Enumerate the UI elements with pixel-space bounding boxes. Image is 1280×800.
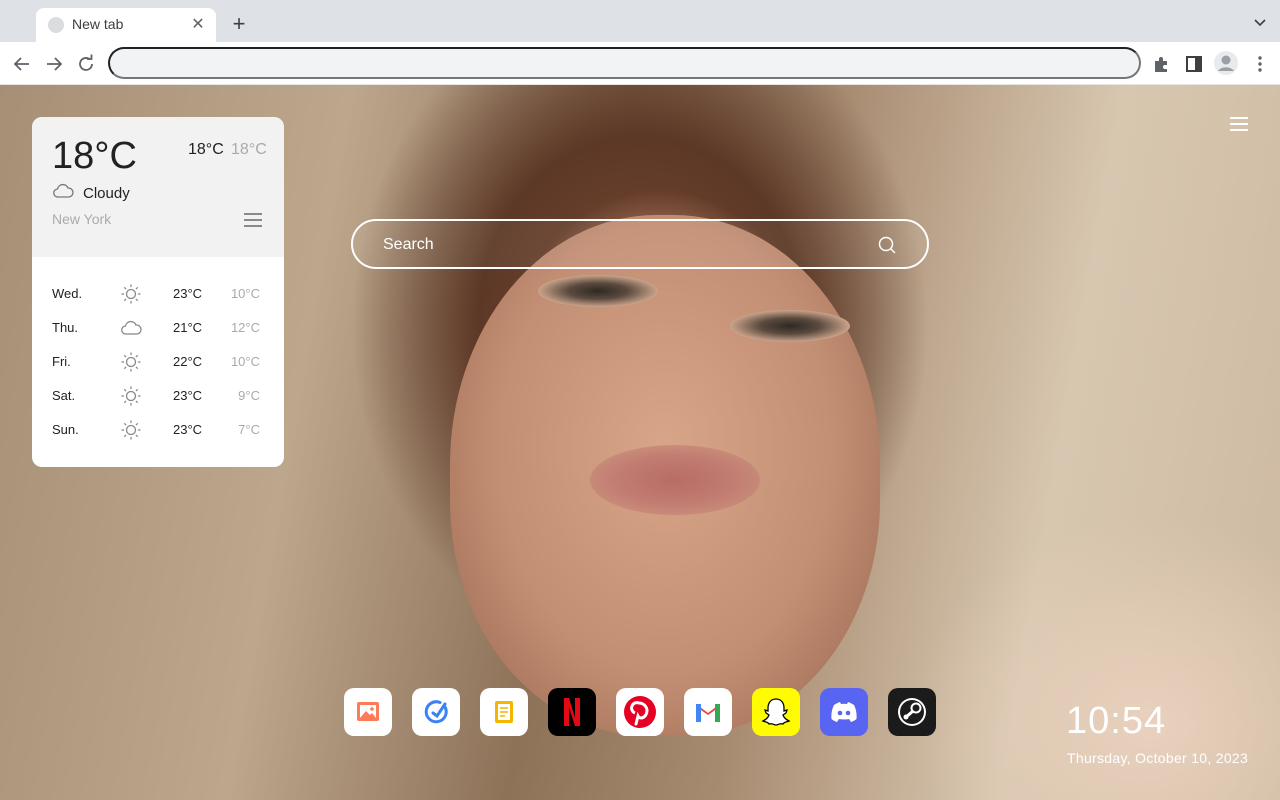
gmail-app-icon[interactable] — [684, 688, 732, 736]
new-tab-page: 18°C 18°C 18°C Cloudy New York Wed. 23°C… — [0, 85, 1280, 800]
current-temperature: 18°C — [52, 135, 137, 177]
address-bar-input[interactable] — [108, 47, 1141, 79]
netflix-app-icon[interactable] — [548, 688, 596, 736]
forecast-high: 22°C — [173, 354, 203, 369]
snapchat-app-icon[interactable] — [752, 688, 800, 736]
profile-avatar-icon[interactable] — [1213, 50, 1239, 76]
search-box — [351, 219, 929, 269]
weather-condition: Cloudy — [83, 185, 130, 202]
forecast-low: 10°C — [230, 286, 260, 301]
forecast-row: Wed. 23°C 10°C — [32, 277, 284, 311]
extensions-puzzle-icon[interactable] — [1150, 52, 1174, 76]
tab-new-tab[interactable]: New tab ✕ — [36, 8, 216, 42]
forecast-day: Fri. — [52, 354, 71, 369]
forecast-row: Thu. 21°C 12°C — [32, 311, 284, 345]
search-input[interactable] — [383, 233, 863, 257]
forward-arrow-icon[interactable] — [42, 52, 66, 76]
forecast-day: Thu. — [52, 320, 79, 335]
notes-app-icon[interactable] — [480, 688, 528, 736]
tab-strip: New tab ✕ + — [0, 0, 1280, 42]
forecast-row: Sat. 23°C 9°C — [32, 379, 284, 413]
forecast-high: 23°C — [173, 388, 203, 403]
side-panel-icon[interactable] — [1182, 52, 1206, 76]
background-photo-eye-left — [538, 275, 658, 307]
new-tab-button[interactable]: + — [226, 12, 252, 38]
sun-icon — [121, 284, 141, 304]
sun-icon — [121, 386, 141, 406]
forecast-day: Sat. — [52, 388, 76, 403]
page-menu-hamburger-icon[interactable] — [1230, 117, 1248, 133]
forecast-low: 10°C — [230, 354, 260, 369]
today-high: 18°C — [188, 141, 224, 158]
tab-title: New tab — [72, 16, 124, 32]
weather-current: 18°C 18°C 18°C Cloudy New York — [32, 117, 284, 257]
forecast-high: 21°C — [173, 320, 203, 335]
pinterest-app-icon[interactable] — [616, 688, 664, 736]
weather-widget: 18°C 18°C 18°C Cloudy New York Wed. 23°C… — [32, 117, 284, 467]
steam-app-icon[interactable] — [888, 688, 936, 736]
forecast-row: Sun. 23°C 7°C — [32, 413, 284, 447]
background-photo-eye-right — [730, 310, 850, 342]
forecast-high: 23°C — [173, 422, 203, 437]
back-arrow-icon[interactable] — [10, 52, 34, 76]
photos-app-icon[interactable] — [344, 688, 392, 736]
weather-menu-icon[interactable] — [244, 213, 262, 229]
search-icon[interactable] — [877, 235, 897, 255]
forecast-day: Sun. — [52, 422, 79, 437]
reload-icon[interactable] — [74, 52, 98, 76]
sun-icon — [121, 420, 141, 440]
today-low: 18°C — [231, 141, 267, 158]
discord-app-icon[interactable] — [820, 688, 868, 736]
clock-time: 10:54 — [1066, 700, 1167, 742]
clock-date: Thursday, October 10, 2023 — [1067, 750, 1249, 766]
forecast-row: Fri. 22°C 10°C — [32, 345, 284, 379]
sun-icon — [121, 352, 141, 372]
background-photo-lips — [590, 445, 760, 515]
forecast-day: Wed. — [52, 286, 83, 301]
forecast-low: 7°C — [238, 422, 260, 437]
forecast-low: 12°C — [230, 320, 260, 335]
forecast-high: 23°C — [173, 286, 203, 301]
cloud-icon — [53, 183, 74, 198]
tab-close-icon[interactable]: ✕ — [188, 15, 208, 35]
forecast-low: 9°C — [238, 388, 260, 403]
tab-favicon-icon — [48, 17, 64, 33]
cloud-icon — [121, 320, 142, 335]
browser-toolbar — [0, 42, 1280, 85]
browser-menu-kebab-icon[interactable] — [1248, 52, 1272, 76]
tasks-app-icon[interactable] — [412, 688, 460, 736]
weather-city: New York — [52, 211, 112, 227]
tab-search-chevron-icon[interactable] — [1252, 14, 1268, 30]
